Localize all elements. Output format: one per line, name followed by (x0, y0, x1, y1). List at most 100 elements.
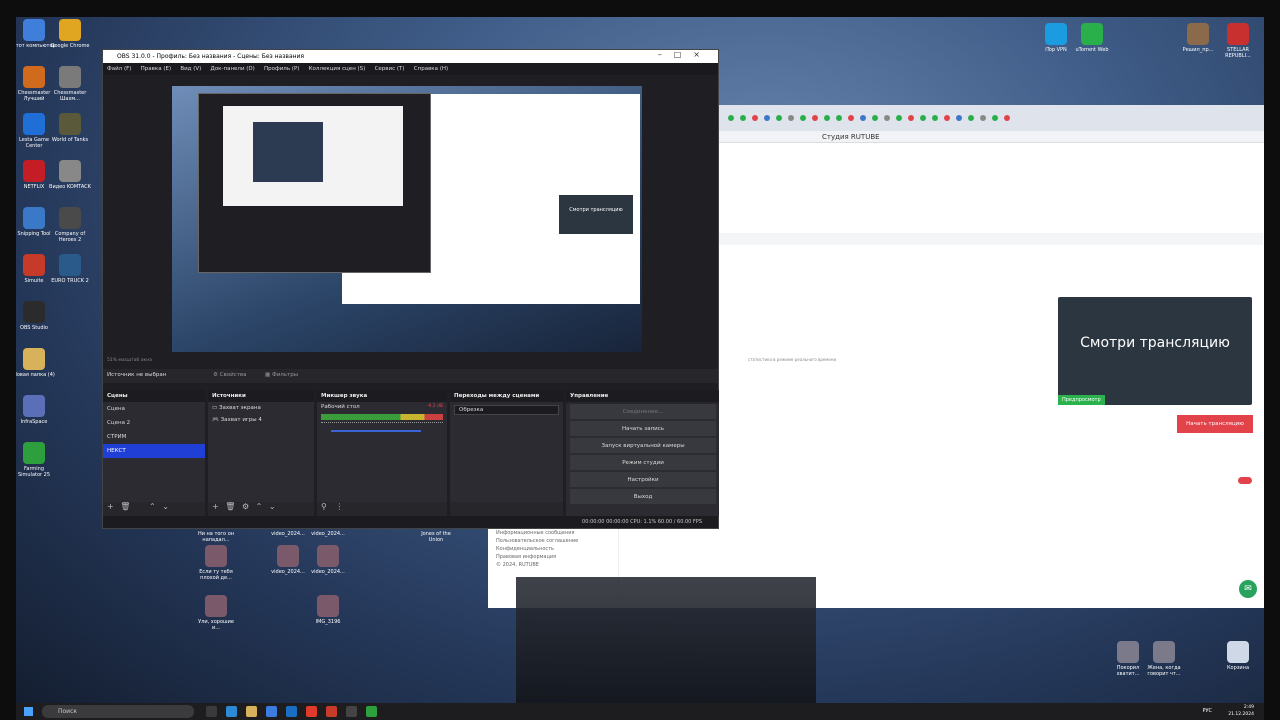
browser-tab-favicon[interactable] (860, 115, 866, 121)
toggle-switch[interactable] (1238, 477, 1252, 484)
menu-view[interactable]: Вид (V) (180, 63, 204, 75)
trash-icon[interactable]: 🗑 (120, 502, 130, 511)
add-icon[interactable]: + (107, 502, 114, 511)
menu-tools[interactable]: Сервис (T) (375, 63, 408, 75)
chat-icon[interactable]: ✉ (1239, 580, 1257, 598)
menu-docks[interactable]: Док-панели (D) (211, 63, 258, 75)
menu-edit[interactable]: Правка (E) (141, 63, 174, 75)
browser-tab-favicon[interactable] (872, 115, 878, 121)
down-icon[interactable]: ⌄ (269, 502, 276, 511)
desktop-file-icon[interactable]: video_2024... (306, 545, 350, 575)
taskbar-clock[interactable]: 2:49 21.12.2024 (1228, 704, 1254, 718)
mail-icon[interactable] (286, 706, 297, 717)
up-icon[interactable]: ⌃ (256, 502, 263, 511)
browser-tab-favicon[interactable] (896, 115, 902, 121)
language-indicator[interactable]: РУС (1202, 708, 1212, 714)
store-icon[interactable] (266, 706, 277, 717)
menu-scene-collection[interactable]: Коллекция сцен (S) (309, 63, 369, 75)
desktop-icon[interactable]: Farming Simulator 25 (16, 442, 56, 478)
virtual-camera-button[interactable]: Запуск виртуальной камеры (570, 438, 716, 453)
browser-tab-favicon[interactable] (884, 115, 890, 121)
studio-mode-button[interactable]: Режим студии (570, 455, 716, 470)
desktop-file-icon[interactable]: Жена, когда говорит чт... (1142, 641, 1186, 677)
desktop-icon[interactable]: Решил_пр... (1176, 23, 1220, 53)
link-icon[interactable]: ⚲ (321, 502, 327, 511)
desktop-icon[interactable]: OBS Studio (16, 301, 56, 331)
browser-tab-favicon[interactable] (812, 115, 818, 121)
edge-icon[interactable] (226, 706, 237, 717)
browser-tab-favicon[interactable] (920, 115, 926, 121)
footer-link[interactable]: Пользовательское соглашение (496, 537, 578, 545)
scene-item[interactable]: Сцена (103, 402, 205, 416)
desktop-icon[interactable]: Chessmaster Шахм... (48, 66, 92, 102)
properties-button[interactable]: ⚙ Свойства (213, 372, 247, 378)
desktop-file-icon[interactable]: Если ту тебя плохой де... (194, 545, 238, 581)
browser-tab-favicon[interactable] (992, 115, 998, 121)
filters-button[interactable]: ▦ Фильтры (265, 372, 298, 378)
footer-link[interactable]: Конфиденциальность (496, 545, 578, 553)
desktop-icon[interactable]: Новая папка (4) (16, 348, 56, 378)
scene-item[interactable]: СТРИМ (103, 430, 205, 444)
browser-tab-favicon[interactable] (848, 115, 854, 121)
connect-button[interactable]: Соединение... (570, 404, 716, 419)
volume-slider[interactable] (331, 430, 421, 432)
desktop-file-icon[interactable]: Ули, хорошие и... (194, 595, 238, 631)
desktop-icon[interactable]: Google Chrome (48, 19, 92, 49)
transition-select[interactable]: Обрезка (454, 405, 559, 415)
source-item[interactable]: ▭ Захват экрана (208, 402, 314, 414)
desktop-icon[interactable]: uTorrent Web (1070, 23, 1114, 53)
down-icon[interactable]: ⌄ (162, 502, 169, 511)
trash-icon[interactable]: 🗑 (225, 502, 235, 511)
settings-button[interactable]: Настройки (570, 472, 716, 487)
browser-tab-favicon[interactable] (980, 115, 986, 121)
desktop-icon[interactable]: Company of Heroes 2 (48, 207, 92, 243)
obs-icon[interactable] (346, 706, 357, 717)
browser-tab-favicon[interactable] (908, 115, 914, 121)
browser-tab-favicon[interactable] (1004, 115, 1010, 121)
exit-button[interactable]: Выход (570, 489, 716, 504)
scene-item-active[interactable]: НЕКСТ (103, 444, 205, 458)
browser-tab-favicon[interactable] (836, 115, 842, 121)
browser-tab-favicon[interactable] (944, 115, 950, 121)
browser-tab-favicon[interactable] (752, 115, 758, 121)
recycle-bin-icon[interactable]: Корзина (1216, 641, 1260, 671)
taskbar-search[interactable]: Поиск (42, 705, 194, 718)
browser-tab-favicon[interactable] (776, 115, 782, 121)
scene-item[interactable]: Сцена 2 (103, 416, 205, 430)
browser-tab-favicon[interactable] (824, 115, 830, 121)
windows-start-icon[interactable] (24, 707, 33, 716)
browser-tab-favicon[interactable] (932, 115, 938, 121)
start-stream-button[interactable]: Начать трансляцию (1177, 415, 1253, 433)
browser-tab-favicon[interactable] (968, 115, 974, 121)
up-icon[interactable]: ⌃ (149, 502, 156, 511)
desktop-icon[interactable]: STELLAR REPUBLI... (1216, 23, 1260, 59)
desktop-file-icon[interactable]: IMG_3196 (306, 595, 350, 625)
browser-tab-favicon[interactable] (956, 115, 962, 121)
obs-preview-canvas[interactable]: Смотри трансляцию (172, 86, 642, 352)
add-icon[interactable]: + (212, 502, 219, 511)
farming-icon[interactable] (366, 706, 377, 717)
desktop-icon[interactable]: World of Tanks (48, 113, 92, 143)
browser-tab-favicon[interactable] (764, 115, 770, 121)
browser-tab-favicon[interactable] (740, 115, 746, 121)
menu-dots-icon[interactable]: ⋮ (335, 502, 343, 511)
menu-help[interactable]: Справка (H) (414, 63, 451, 75)
desktop-icon[interactable]: Видео KOMTACK (48, 160, 92, 190)
window-controls[interactable]: –□× (658, 50, 712, 59)
menu-profile[interactable]: Профиль (P) (264, 63, 302, 75)
desktop-icon[interactable]: EURO TRUCK 2 (48, 254, 92, 284)
browser-tab-favicon[interactable] (728, 115, 734, 121)
explorer-icon[interactable] (246, 706, 257, 717)
browser-tab-favicon[interactable] (788, 115, 794, 121)
task-view-icon[interactable] (206, 706, 217, 717)
desktop-icon[interactable]: InfraSpace (16, 395, 56, 425)
footer-link[interactable]: Информационные сообщения (496, 529, 578, 537)
source-item[interactable]: 🎮 Захват игры 4 (208, 414, 314, 426)
yandex-icon[interactable] (306, 706, 317, 717)
start-recording-button[interactable]: Начать запись (570, 421, 716, 436)
gear-icon[interactable]: ⚙ (242, 502, 249, 511)
footer-link[interactable]: Правовая информация (496, 553, 578, 561)
menu-file[interactable]: Файл (F) (107, 63, 134, 75)
browser-tab-favicon[interactable] (800, 115, 806, 121)
stream-preview-card[interactable]: Смотри трансляцию Предпросмотр (1058, 297, 1252, 405)
